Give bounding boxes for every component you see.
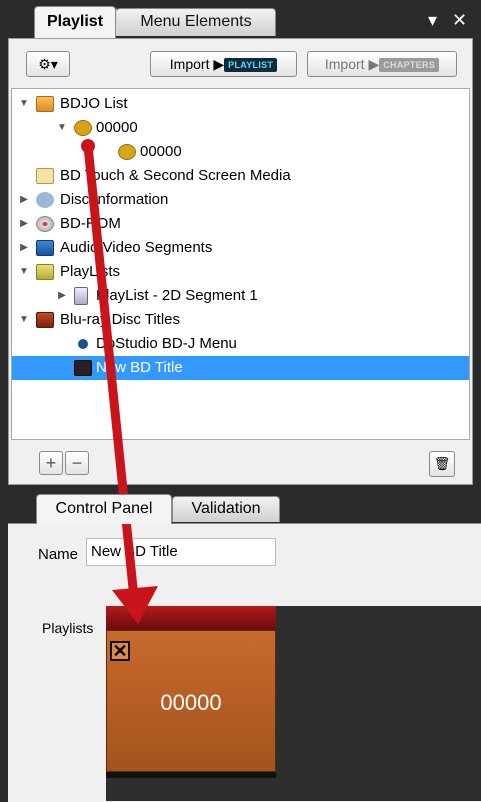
plus-icon: +	[45, 453, 57, 473]
tree-item-playlists[interactable]: ▼ PlayLists	[12, 260, 469, 284]
tree-item-new-bd-title[interactable]: New BD Title	[12, 356, 469, 380]
playlist-card-label: 00000	[160, 690, 222, 715]
name-field[interactable]: New BD Title	[86, 538, 276, 566]
tree-item-label: BDJO List	[60, 95, 128, 112]
magnifier-disc-icon	[36, 192, 54, 208]
import-label: Import	[169, 56, 210, 72]
tree-item-bd-rom[interactable]: ▶ BD-ROM	[12, 212, 469, 236]
name-label: Name	[38, 546, 79, 563]
playlist-tag: PLAYLIST	[224, 58, 278, 73]
import-label: Import	[324, 56, 365, 72]
remove-button[interactable]: −	[65, 451, 89, 475]
menu-bullet-icon	[78, 339, 88, 349]
play-arrow-icon: ▶	[213, 56, 225, 72]
tab-playlist[interactable]: Playlist	[34, 6, 116, 38]
clapperboard-icon	[74, 360, 92, 376]
tree-item-label: PlayList - 2D Segment 1	[96, 287, 258, 304]
project-tree[interactable]: ▼ BDJO List ▼ 00000 00000 BD Touch & Sec…	[11, 88, 470, 440]
minus-icon: −	[71, 453, 83, 473]
trash-icon: 🗑	[433, 456, 451, 471]
import-playlist-button[interactable]: Import ▶ PLAYLIST	[150, 51, 297, 77]
playlist-panel: ⚙▾ Import ▶ PLAYLIST Import ▶ CHAPTERS ▼ B…	[8, 38, 473, 485]
expand-triangle-icon[interactable]: ▶	[18, 236, 30, 260]
settings-dropdown-button[interactable]: ⚙▾	[26, 51, 70, 77]
tree-item-label: PlayLists	[60, 263, 121, 280]
tree-item-label: Audio Video Segments	[60, 239, 213, 256]
folder-icon	[36, 264, 54, 280]
bdjo-cluster-icon	[118, 144, 136, 160]
playlists-label: Playlists	[42, 620, 94, 636]
tree-item-label: BD-ROM	[60, 215, 121, 232]
touch-media-icon	[36, 168, 54, 184]
tree-item-bdjo-00000[interactable]: ▼ 00000	[12, 116, 469, 140]
chapters-tag: CHAPTERS	[379, 58, 440, 73]
bdjo-object-icon	[74, 120, 92, 136]
folder-icon	[36, 96, 54, 112]
tab-validation[interactable]: Validation	[172, 496, 280, 522]
collapse-triangle-icon[interactable]: ▼	[18, 260, 30, 284]
add-button[interactable]: +	[39, 451, 63, 475]
panel-menu-dropdown-icon[interactable]: ▾	[428, 10, 437, 31]
tree-item-label: DoStudio BD-J Menu	[96, 335, 237, 352]
play-arrow-icon: ▶	[368, 56, 380, 72]
tab-menu-elements[interactable]: Menu Elements	[105, 8, 276, 36]
tree-item-playlist-2d[interactable]: ▶ PlayList - 2D Segment 1	[12, 284, 469, 308]
disc-icon	[36, 216, 54, 232]
import-chapters-button[interactable]: Import ▶ CHAPTERS	[307, 51, 457, 77]
tree-item-disc-information[interactable]: ▶ Disc Information	[12, 188, 469, 212]
playlist-card-shadow	[106, 772, 276, 778]
tree-item-label: 00000	[140, 143, 182, 160]
tree-item-dostudio-menu[interactable]: DoStudio BD-J Menu	[12, 332, 469, 356]
expand-triangle-icon[interactable]: ▶	[56, 284, 68, 308]
expand-triangle-icon[interactable]: ▶	[18, 212, 30, 236]
tree-item-label: New BD Title	[96, 359, 183, 376]
tree-item-audio-video-segments[interactable]: ▶ Audio Video Segments	[12, 236, 469, 260]
playlist-card-header	[106, 606, 276, 630]
gear-icon: ⚙▾	[38, 56, 58, 72]
tree-item-bdjo-child-00000[interactable]: 00000	[12, 140, 469, 164]
delete-button[interactable]: 🗑	[429, 451, 455, 477]
tab-control-panel[interactable]: Control Panel	[36, 494, 172, 524]
expand-triangle-icon[interactable]: ▶	[18, 188, 30, 212]
collapse-triangle-icon[interactable]: ▼	[56, 116, 68, 140]
tree-item-bluray-titles[interactable]: ▼ Blu-ray Disc Titles	[12, 308, 469, 332]
tree-item-label: 00000	[96, 119, 138, 136]
playlist-file-icon	[74, 287, 88, 305]
collapse-triangle-icon[interactable]: ▼	[18, 92, 30, 116]
tree-item-label: BD Touch & Second Screen Media	[60, 167, 291, 184]
remove-playlist-icon[interactable]: ✕	[110, 641, 130, 661]
folder-icon	[36, 240, 54, 256]
tree-item-bd-touch[interactable]: BD Touch & Second Screen Media	[12, 164, 469, 188]
tree-item-bdjo-list[interactable]: ▼ BDJO List	[12, 92, 469, 116]
folder-icon	[36, 312, 54, 328]
close-icon[interactable]: ✕	[452, 10, 467, 31]
tree-item-label: Disc Information	[60, 191, 169, 208]
collapse-triangle-icon[interactable]: ▼	[18, 308, 30, 332]
tree-item-label: Blu-ray Disc Titles	[60, 311, 181, 328]
